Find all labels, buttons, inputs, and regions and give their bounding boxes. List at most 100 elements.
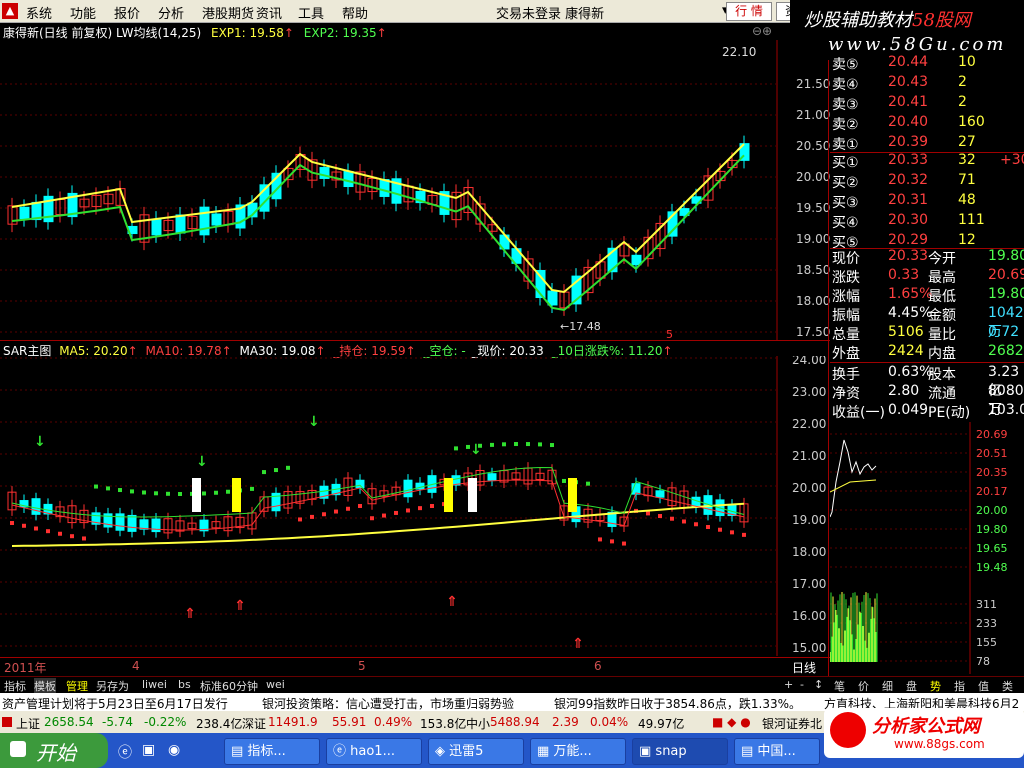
buy-row[interactable]: 买④ 20.30 111 xyxy=(830,212,1024,231)
sell-row[interactable]: 卖④ 20.43 2 xyxy=(830,74,1024,93)
menu-item-news[interactable]: 资讯 xyxy=(256,3,282,22)
fund-value: 2.80 xyxy=(888,383,920,399)
zx-label[interactable]: 中小 xyxy=(466,715,490,732)
zoom-out-icon[interactable]: - xyxy=(800,678,804,691)
tab-bs[interactable]: bs xyxy=(178,678,191,691)
stat-value: 20.33 xyxy=(888,248,929,264)
tab-template[interactable]: 模板 xyxy=(34,678,56,694)
ie-icon[interactable]: ⓔ xyxy=(118,742,132,762)
sell-row[interactable]: 卖② 20.40 160 xyxy=(830,114,1024,133)
ticker-item[interactable]: 银河99指数昨日收于3854.86点，跌1.33%。 xyxy=(554,695,801,712)
task-xunlei[interactable]: ◈ 迅雷5 xyxy=(428,738,524,765)
fund-row[interactable]: 收益(一) 0.049 PE(动) 103.0 xyxy=(830,402,1024,421)
sar-dot xyxy=(142,490,146,495)
fund-row[interactable]: 换手 0.63% 股本 3.23亿 xyxy=(830,364,1024,399)
signal-arrow-icon: ⇑ xyxy=(184,606,196,622)
sar-dot xyxy=(742,532,746,537)
sz-label[interactable]: 深证 xyxy=(242,715,266,732)
zoom-in-icon[interactable]: + xyxy=(784,678,793,691)
tab-manage[interactable]: 管理 xyxy=(66,678,88,694)
right-tab-shi[interactable]: 势 xyxy=(930,678,941,694)
mini-y-label: 20.17 xyxy=(976,485,1008,498)
fund-label: 收益(一) xyxy=(832,405,885,421)
sar-dot xyxy=(118,488,122,493)
stat-row[interactable]: 涨幅 1.65% 最低 19.80 xyxy=(830,286,1024,305)
sell-row[interactable]: 卖③ 20.41 2 xyxy=(830,94,1024,113)
right-tab-xi[interactable]: 细 xyxy=(882,678,893,694)
mini-y-label: 20.51 xyxy=(976,447,1008,460)
tab-liwei[interactable]: liwei xyxy=(142,678,167,691)
tab-indicator[interactable]: 指标 xyxy=(4,678,26,694)
market-button[interactable]: 行 情 xyxy=(726,2,772,21)
task-wanneng[interactable]: ▦ 万能... xyxy=(530,738,626,765)
fund-value-2: 103.0 xyxy=(988,402,1024,418)
stat-row[interactable]: 外盘 2424 内盘 2682 xyxy=(830,343,1024,362)
chart-close-icon[interactable]: ⊖⊕ xyxy=(752,24,772,38)
right-tab-jia[interactable]: 价 xyxy=(858,678,869,694)
quicklaunch-icon[interactable]: ◉ xyxy=(168,742,180,758)
menu-item-hk-futures[interactable]: 港股期货 xyxy=(202,3,254,22)
tab-60min[interactable]: 标准60分钟 xyxy=(200,678,258,694)
ticker-item[interactable]: 银河投资策略：信心遭受打击，市场重归弱势验 xyxy=(262,695,514,712)
sell-row[interactable]: 卖⑤ 20.44 10 xyxy=(830,54,1024,73)
sar-dot xyxy=(226,489,230,494)
sh-label[interactable]: 上证 xyxy=(16,715,40,732)
menu-item-system[interactable]: 系统 xyxy=(26,3,52,22)
right-tab-value[interactable]: 值 xyxy=(978,678,989,694)
stat-row[interactable]: 总量 5106 量比 0.72 xyxy=(830,324,1024,343)
candle-body xyxy=(631,254,642,266)
menu-item-function[interactable]: 功能 xyxy=(70,3,96,22)
signal-bar xyxy=(192,478,201,512)
low-price-label: ←17.48 xyxy=(560,320,601,333)
sar-dot xyxy=(670,516,674,521)
stat-row[interactable]: 现价 20.33 今开 19.80 xyxy=(830,248,1024,267)
task-indicator[interactable]: ▤ 指标... xyxy=(224,738,320,765)
fund-label-2: PE(动) xyxy=(928,405,971,421)
signal-bar xyxy=(444,478,453,512)
stat-label-2: 最低 xyxy=(928,289,956,305)
right-tab-bi[interactable]: 笔 xyxy=(834,678,845,694)
start-button[interactable]: 开始 xyxy=(0,733,108,768)
buy-row[interactable]: 买③ 20.31 48 xyxy=(830,192,1024,211)
explorer-icon[interactable]: ▣ xyxy=(142,742,155,758)
menu-item-quote[interactable]: 报价 xyxy=(114,3,140,22)
watermark-url: www.88gs.com xyxy=(894,737,985,751)
sar-dot xyxy=(526,442,530,447)
tab-save-as[interactable]: 另存为 xyxy=(96,678,129,694)
tab-wei[interactable]: wei xyxy=(266,678,285,691)
right-tab-pan[interactable]: 盘 xyxy=(906,678,917,694)
scroll-icon[interactable]: ↕ xyxy=(814,678,823,691)
task-china[interactable]: ▤ 中国... xyxy=(734,738,820,765)
task-snap[interactable]: ▣ snap xyxy=(632,738,728,765)
intraday-mini-chart: 20.69 20.51 20.35 20.17 20.00 19.80 19.65 19.48… xyxy=(830,422,1008,674)
signal-arrow-icon: ↓ xyxy=(34,434,46,450)
stat-value: 2424 xyxy=(888,343,924,359)
y-axis-label: 20.00 xyxy=(796,170,830,184)
ticker-item[interactable]: 资产管理计划将于5月23日至6月17日发行 xyxy=(2,695,228,712)
sar-dot xyxy=(250,486,254,491)
y-axis-label: 19.00 xyxy=(792,513,826,527)
buy-row[interactable]: 买② 20.32 71 xyxy=(830,172,1024,191)
sar-dot xyxy=(358,503,362,508)
fund-row[interactable]: 净资 2.80 流通 8080万 xyxy=(830,383,1024,418)
right-tab-zhi[interactable]: 指 xyxy=(954,678,965,694)
menu-item-tools[interactable]: 工具 xyxy=(298,3,324,22)
buy-row[interactable]: 买① 20.33 32 +30 xyxy=(830,152,1024,171)
stat-row[interactable]: 涨跌 0.33 最高 20.69 xyxy=(830,267,1024,286)
candle-body xyxy=(547,290,558,306)
menu-item-analysis[interactable]: 分析 xyxy=(158,3,184,22)
sell-row[interactable]: 卖① 20.39 27 xyxy=(830,134,1024,153)
sar-candle-body xyxy=(655,490,665,498)
zx-amount: 49.97亿 xyxy=(638,717,685,731)
stat-row[interactable]: 振幅 4.45% 金额 1042万 xyxy=(830,305,1024,340)
right-tab-class[interactable]: 类 xyxy=(1002,678,1013,694)
stat-value: 5106 xyxy=(888,324,924,340)
sar-dot xyxy=(58,531,62,536)
stat-label-2: 量比 xyxy=(928,327,956,343)
menu-item-help[interactable]: 帮助 xyxy=(342,3,368,22)
signal-arrow-icon: ↓ xyxy=(470,442,482,458)
buy-price: 20.29 xyxy=(888,232,929,248)
period-label[interactable]: 日线 xyxy=(792,659,816,676)
sar-dot xyxy=(586,481,590,486)
task-hao[interactable]: ⓔ hao1... xyxy=(326,738,422,765)
